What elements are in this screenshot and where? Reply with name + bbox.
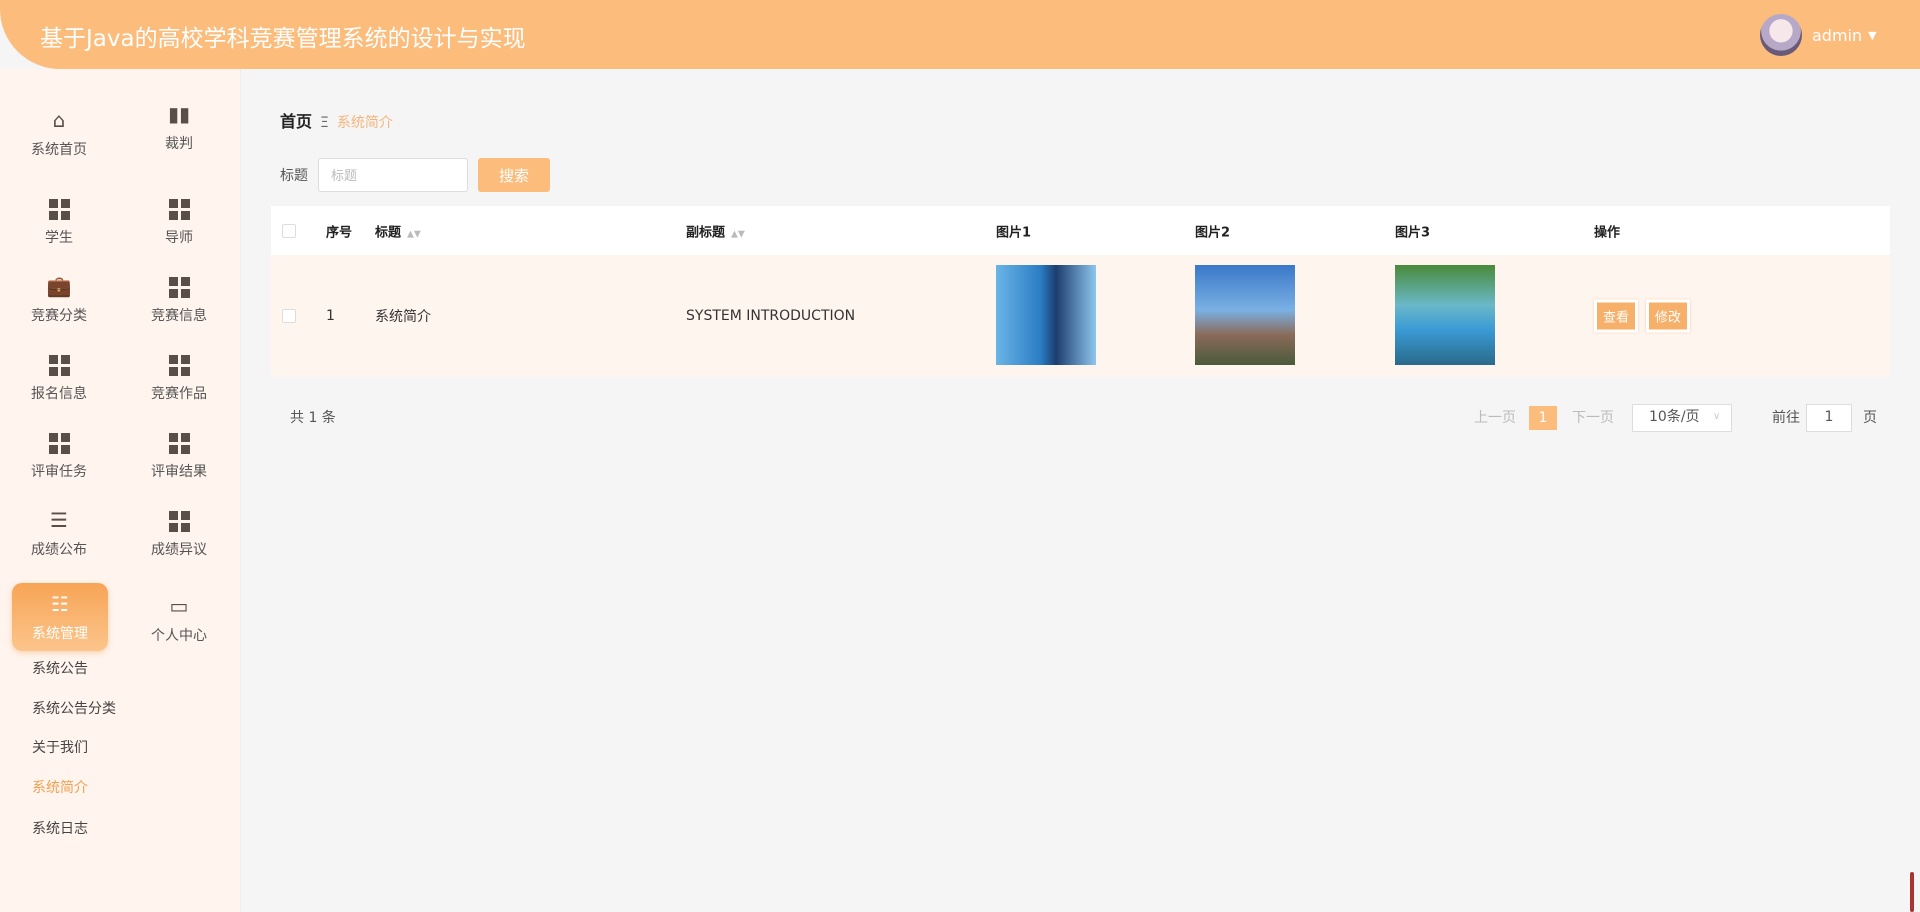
col-image3: 图片3 bbox=[1395, 225, 1431, 240]
grid-icon bbox=[129, 429, 229, 455]
sort-icon[interactable]: ▲▼ bbox=[407, 229, 421, 239]
search-bar: 标题 搜索 bbox=[280, 158, 550, 192]
sidebar-item-student[interactable]: 学生 bbox=[9, 195, 109, 247]
goto-label: 前往 bbox=[1772, 410, 1800, 426]
image-2-thumbnail[interactable] bbox=[1195, 265, 1295, 365]
grid-icon bbox=[129, 273, 229, 299]
user-menu[interactable]: admin ▼ bbox=[1760, 14, 1877, 56]
sliders-icon: ☷ bbox=[51, 592, 69, 616]
app-title: 基于Java的高校学科竞赛管理系统的设计与实现 bbox=[40, 26, 526, 52]
submenu-log[interactable]: 系统日志 bbox=[32, 818, 88, 838]
view-button[interactable]: 查看 bbox=[1594, 299, 1639, 333]
wallet-icon: ▭ bbox=[169, 594, 189, 618]
label: 评审结果 bbox=[151, 464, 207, 480]
edit-button[interactable]: 修改 bbox=[1646, 299, 1691, 333]
breadcrumb-separator: Ξ bbox=[320, 115, 329, 131]
page-size-value: 10条/页 bbox=[1649, 409, 1700, 425]
row-subtitle: SYSTEM INTRODUCTION bbox=[686, 308, 856, 324]
bar-chart-icon: ▮▮ bbox=[167, 102, 190, 126]
label: 个人中心 bbox=[151, 628, 207, 644]
chevron-down-icon: ∨ bbox=[1713, 411, 1721, 422]
image-3-thumbnail[interactable] bbox=[1395, 265, 1495, 365]
search-button[interactable]: 搜索 bbox=[478, 158, 550, 192]
col-actions: 操作 bbox=[1594, 225, 1621, 240]
grid-icon bbox=[9, 429, 109, 455]
submenu-about[interactable]: 关于我们 bbox=[32, 737, 88, 757]
total-count: 共 1 条 bbox=[290, 410, 336, 426]
page-unit-label: 页 bbox=[1863, 410, 1877, 426]
scrollbar[interactable] bbox=[1910, 872, 1914, 912]
row-title: 系统简介 bbox=[375, 309, 431, 325]
sidebar-item-score-appeal[interactable]: 成绩异议 bbox=[129, 507, 229, 559]
data-table: 序号 标题 ▲▼ 副标题 ▲▼ 图片1 图片2 图片3 操作 1 系统简介 SYST… bbox=[271, 206, 1890, 377]
sidebar-item-score-publish[interactable]: ☰ 成绩公布 bbox=[9, 507, 109, 559]
label: 裁判 bbox=[165, 136, 193, 152]
grid-icon bbox=[129, 195, 229, 221]
grid-icon bbox=[129, 351, 229, 377]
page-1-button[interactable]: 1 bbox=[1529, 406, 1557, 430]
grid-icon bbox=[9, 351, 109, 377]
briefcase-icon: 💼 bbox=[46, 274, 72, 298]
label: 成绩异议 bbox=[151, 542, 207, 558]
avatar bbox=[1760, 14, 1802, 56]
row-actions: 查看 修改 bbox=[1594, 299, 1691, 333]
prev-page-button[interactable]: 上一页 bbox=[1474, 406, 1516, 430]
top-header: 基于Java的高校学科竞赛管理系统的设计与实现 admin ▼ bbox=[0, 0, 1920, 69]
submenu-notice[interactable]: 系统公告 bbox=[32, 658, 88, 678]
sidebar-item-review-result[interactable]: 评审结果 bbox=[129, 429, 229, 481]
label: 竞赛作品 bbox=[151, 386, 207, 402]
next-page-button[interactable]: 下一页 bbox=[1572, 406, 1614, 430]
sidebar-item-signup[interactable]: 报名信息 bbox=[9, 351, 109, 403]
select-all-checkbox[interactable] bbox=[282, 223, 296, 238]
grid-icon bbox=[129, 507, 229, 533]
col-subtitle[interactable]: 副标题 ▲▼ bbox=[686, 221, 745, 240]
home-icon: ⌂ bbox=[52, 108, 66, 132]
row-checkbox[interactable] bbox=[282, 309, 296, 323]
sidebar-item-works[interactable]: 竞赛作品 bbox=[129, 351, 229, 403]
sidebar-item-review-task[interactable]: 评审任务 bbox=[9, 429, 109, 481]
col-title-label: 标题 bbox=[375, 225, 402, 240]
label: 竞赛信息 bbox=[151, 308, 207, 324]
breadcrumb: 首页 Ξ 系统简介 bbox=[280, 108, 393, 132]
label: 系统管理 bbox=[32, 626, 88, 642]
title-search-input[interactable] bbox=[318, 158, 468, 192]
sidebar-item-competition[interactable]: 竞赛信息 bbox=[129, 273, 229, 325]
grid-icon bbox=[9, 195, 109, 221]
list-indent-icon: ☰ bbox=[50, 508, 68, 532]
submenu-notice-category[interactable]: 系统公告分类 bbox=[32, 698, 116, 718]
col-image2: 图片2 bbox=[1195, 225, 1231, 240]
label: 导师 bbox=[165, 230, 193, 246]
image-1-thumbnail[interactable] bbox=[996, 265, 1096, 365]
page-size-select[interactable]: 10条/页 ∨ bbox=[1632, 404, 1732, 432]
label: 系统首页 bbox=[31, 142, 87, 158]
label: 成绩公布 bbox=[31, 542, 87, 558]
search-label: 标题 bbox=[280, 168, 308, 184]
table-row: 1 系统简介 SYSTEM INTRODUCTION 查看 修改 bbox=[271, 255, 1890, 377]
sidebar-item-profile[interactable]: ▭ 个人中心 bbox=[129, 593, 229, 645]
label: 竞赛分类 bbox=[31, 308, 87, 324]
sort-icon[interactable]: ▲▼ bbox=[731, 229, 745, 239]
col-index: 序号 bbox=[326, 225, 353, 240]
col-image1: 图片1 bbox=[996, 225, 1032, 240]
sidebar-item-judge[interactable]: ▮▮ 裁判 bbox=[129, 101, 229, 153]
sidebar-item-system[interactable]: ☷ 系统管理 bbox=[12, 583, 108, 651]
col-title[interactable]: 标题 ▲▼ bbox=[375, 221, 421, 240]
submenu-intro[interactable]: 系统简介 bbox=[32, 777, 88, 797]
sidebar-item-home[interactable]: ⌂ 系统首页 bbox=[9, 107, 109, 159]
col-subtitle-label: 副标题 bbox=[686, 225, 726, 240]
goto-page-input[interactable]: 1 bbox=[1806, 404, 1852, 432]
label: 学生 bbox=[45, 230, 73, 246]
sidebar-item-mentor[interactable]: 导师 bbox=[129, 195, 229, 247]
breadcrumb-current: 系统简介 bbox=[336, 115, 393, 131]
sidebar: ⌂ 系统首页 ▮▮ 裁判 学生 导师 💼 竞赛分类 竞赛信息 报名信息 竞赛作品 评审… bbox=[0, 69, 241, 912]
pagination: 共 1 条 上一页 1 下一页 10条/页 ∨ 前往 1 页 bbox=[271, 404, 1890, 432]
breadcrumb-home[interactable]: 首页 bbox=[280, 112, 312, 131]
table-header: 序号 标题 ▲▼ 副标题 ▲▼ 图片1 图片2 图片3 操作 bbox=[271, 206, 1890, 255]
sidebar-item-category[interactable]: 💼 竞赛分类 bbox=[9, 273, 109, 325]
username: admin bbox=[1812, 25, 1863, 45]
row-index: 1 bbox=[326, 308, 335, 324]
caret-down-icon: ▼ bbox=[1868, 28, 1877, 42]
label: 评审任务 bbox=[31, 464, 87, 480]
label: 报名信息 bbox=[31, 386, 87, 402]
